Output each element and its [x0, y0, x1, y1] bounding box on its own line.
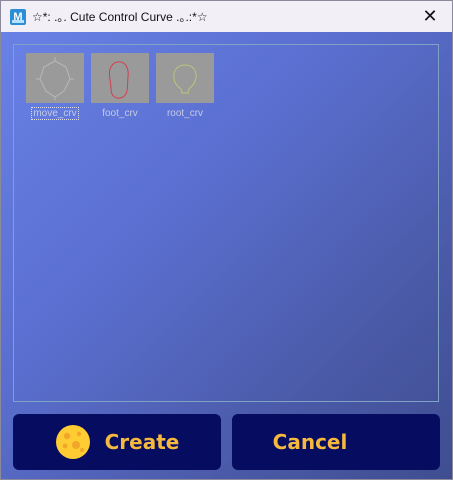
full-moon-icon: [55, 425, 90, 459]
main-window: M ☆*: .｡. Cute Control Curve .｡.:*☆ ✕ mo…: [0, 0, 453, 480]
gallery-item-move-crv[interactable]: move_crv: [25, 53, 85, 121]
cancel-button[interactable]: Cancel: [232, 414, 440, 470]
gallery-item-label: root_crv: [166, 108, 204, 119]
move-crv-shape-icon: [36, 57, 74, 100]
crescent-moon-icon: [367, 427, 393, 454]
gallery-item-root-crv[interactable]: root_crv: [155, 53, 215, 121]
title-bar[interactable]: M ☆*: .｡. Cute Control Curve .｡.:*☆ ✕: [1, 1, 452, 32]
window-title: ☆*: .｡. Cute Control Curve .｡.:*☆: [32, 10, 208, 24]
gallery-item-label: move_crv: [31, 107, 79, 120]
create-button-label: Create: [104, 430, 180, 454]
foot-crv-thumbnail: [91, 53, 149, 103]
foot-crv-shape-icon: [108, 61, 129, 99]
gallery-item-label: foot_crv: [102, 108, 138, 119]
cancel-button-label: Cancel: [272, 430, 348, 454]
close-button[interactable]: ✕: [408, 1, 452, 32]
root-crv-thumbnail: [156, 53, 214, 103]
move-crv-thumbnail: [26, 53, 84, 103]
root-crv-shape-icon: [173, 64, 197, 94]
gallery-item-foot-crv[interactable]: foot_crv: [90, 53, 150, 121]
curve-gallery-panel: move_crv foot_crv root_crv: [13, 44, 439, 402]
close-icon: ✕: [422, 6, 438, 26]
create-button[interactable]: Create: [13, 414, 221, 470]
maya-app-icon: M: [10, 8, 26, 25]
